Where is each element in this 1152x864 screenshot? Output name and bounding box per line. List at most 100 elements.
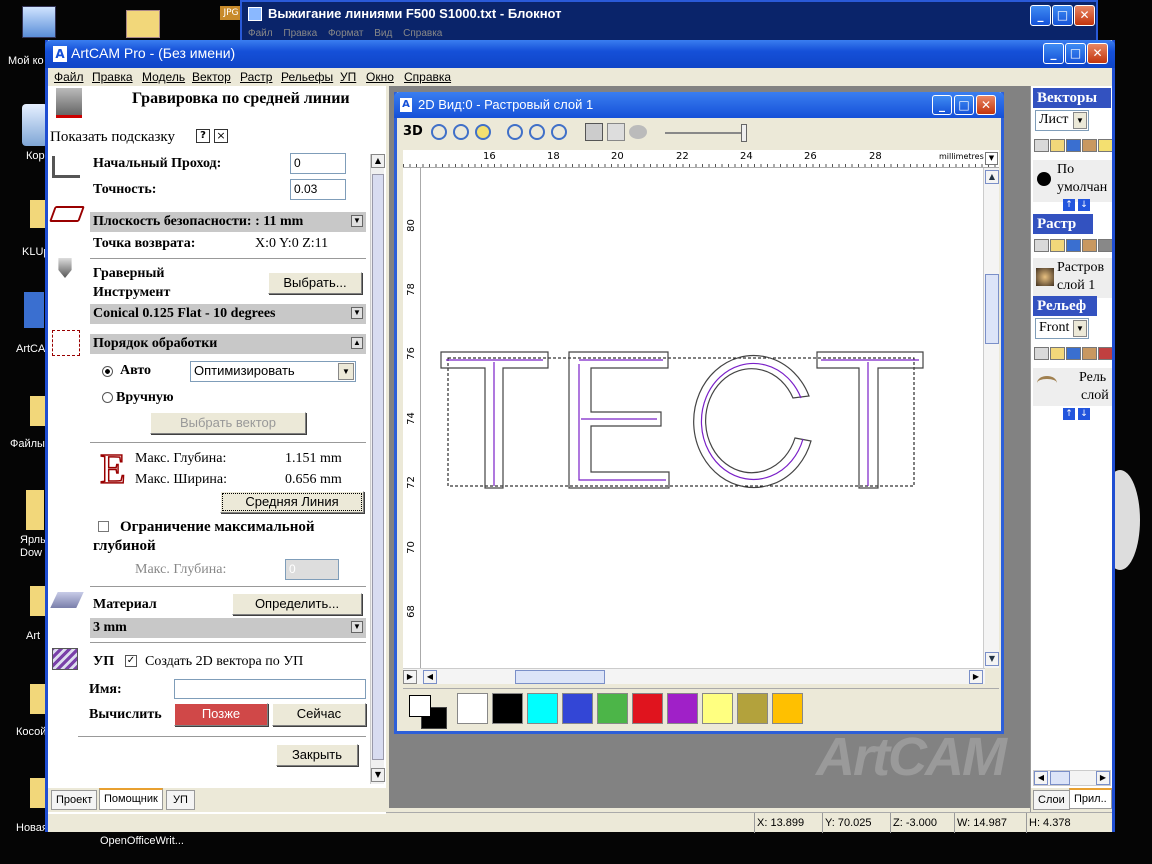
move-up-arrow-icon[interactable]: ↑ bbox=[1063, 408, 1075, 420]
notepad-menu-view[interactable]: Вид bbox=[374, 28, 392, 39]
view-titlebar[interactable]: A 2D Вид:0 - Растровый слой 1 _ □ ✕ bbox=[394, 92, 1004, 118]
zoom-all-icon[interactable] bbox=[551, 124, 567, 140]
hint-help-button[interactable]: ? bbox=[196, 129, 210, 143]
menu-raster[interactable]: Растр bbox=[240, 68, 272, 86]
palette-swatch[interactable] bbox=[772, 693, 803, 724]
palette-swatch[interactable] bbox=[457, 693, 488, 724]
folder-icon[interactable] bbox=[126, 10, 160, 38]
relief-icon[interactable] bbox=[1098, 347, 1112, 360]
jpg-icon[interactable]: JPG bbox=[220, 6, 242, 20]
raster-icon[interactable] bbox=[1098, 239, 1112, 252]
palette-swatch[interactable] bbox=[632, 693, 663, 724]
order-band[interactable]: Порядок обработки ▲ bbox=[90, 334, 366, 354]
panel-scrollbar[interactable]: ▲ ▼ bbox=[370, 154, 385, 784]
order-select[interactable]: Оптимизировать ▼ bbox=[190, 361, 356, 382]
chevron-down-icon[interactable]: ▼ bbox=[338, 363, 354, 380]
my-computer-icon[interactable] bbox=[22, 6, 56, 38]
vector-drawing[interactable] bbox=[421, 168, 983, 668]
notepad-menu-edit[interactable]: Правка bbox=[283, 28, 317, 39]
save-icon[interactable] bbox=[1066, 239, 1081, 252]
move-down-arrow-icon[interactable]: ↓ bbox=[1078, 199, 1090, 211]
ruler-menu-icon[interactable]: ▼ bbox=[985, 152, 998, 165]
maximize-button[interactable]: □ bbox=[1065, 43, 1086, 64]
vector-layer-row[interactable]: По умолчан bbox=[1033, 160, 1112, 202]
notepad-window[interactable]: Выжигание линиями F500 S1000.txt - Блокн… bbox=[240, 0, 1098, 44]
tab-toolpaths[interactable]: УП bbox=[166, 790, 195, 810]
zoom-box-icon[interactable] bbox=[507, 124, 523, 140]
palette-swatch[interactable] bbox=[597, 693, 628, 724]
zoom-previous-icon[interactable] bbox=[529, 124, 545, 140]
scroll-left-arrow-icon[interactable]: ◀ bbox=[1034, 771, 1048, 785]
hint-close-button[interactable]: × bbox=[214, 129, 228, 143]
new-layer-icon[interactable] bbox=[1034, 347, 1049, 360]
taskbar-item-label[interactable]: OpenOfficeWrit... bbox=[100, 835, 184, 847]
centerline-button[interactable]: Средняя Линия bbox=[220, 491, 364, 513]
chevron-down-icon[interactable]: ▼ bbox=[1073, 112, 1087, 129]
open-folder-icon[interactable] bbox=[1050, 239, 1065, 252]
folder-icon[interactable] bbox=[30, 586, 46, 616]
create-vectors-checkbox[interactable]: ✓ bbox=[125, 655, 137, 667]
relief-layer-select[interactable]: Front ▼ bbox=[1035, 318, 1089, 339]
menu-help[interactable]: Справка bbox=[404, 68, 451, 86]
scroll-thumb[interactable] bbox=[515, 670, 605, 684]
manual-radio[interactable] bbox=[102, 392, 113, 403]
scroll-down-arrow-icon[interactable]: ▼ bbox=[985, 652, 999, 666]
limit-depth-input[interactable]: 0 bbox=[285, 559, 339, 580]
auto-radio[interactable] bbox=[102, 366, 113, 377]
chevron-down-icon[interactable]: ▼ bbox=[1073, 320, 1087, 337]
move-up-arrow-icon[interactable]: ↑ bbox=[1063, 199, 1075, 211]
close-button[interactable]: ✕ bbox=[976, 95, 996, 115]
palette-swatch[interactable] bbox=[562, 693, 593, 724]
hand-icon[interactable] bbox=[1082, 139, 1097, 152]
hand-icon[interactable] bbox=[1082, 347, 1097, 360]
bulb-icon[interactable] bbox=[1098, 139, 1112, 152]
tab-project[interactable]: Проект bbox=[51, 790, 98, 810]
notepad-menu-file[interactable]: Файл bbox=[248, 28, 273, 39]
now-button[interactable]: Сейчас bbox=[272, 703, 366, 726]
menu-window[interactable]: Окно bbox=[366, 68, 394, 86]
maximize-button[interactable]: □ bbox=[1052, 5, 1073, 26]
scroll-up-arrow-icon[interactable]: ▲ bbox=[371, 154, 385, 168]
safe-plane-band[interactable]: Плоскость безопасности: : 11 mm ▼ bbox=[90, 212, 366, 232]
later-button[interactable]: Позже bbox=[174, 703, 268, 726]
minimize-button[interactable]: _ bbox=[1030, 5, 1051, 26]
palette-swatch[interactable] bbox=[667, 693, 698, 724]
new-layer-icon[interactable] bbox=[1034, 239, 1049, 252]
tool-name-band[interactable]: Conical 0.125 Flat - 10 degrees ▼ bbox=[90, 304, 366, 324]
select-vector-button[interactable]: Выбрать вектор bbox=[150, 412, 306, 434]
new-layer-icon[interactable] bbox=[1034, 139, 1049, 152]
menu-edit[interactable]: Правка bbox=[92, 68, 133, 86]
limit-depth-checkbox[interactable] bbox=[98, 521, 109, 532]
scroll-thumb[interactable] bbox=[985, 274, 999, 344]
minimize-button[interactable]: _ bbox=[932, 95, 952, 115]
brightness-slider-thumb[interactable] bbox=[741, 124, 747, 142]
menu-reliefs[interactable]: Рельефы bbox=[281, 68, 333, 86]
hand-icon[interactable] bbox=[1082, 239, 1097, 252]
collapse-arrow-icon[interactable]: ▼ bbox=[351, 215, 363, 227]
scroll-down-arrow-icon[interactable]: ▼ bbox=[371, 768, 385, 782]
brightness-slider-track[interactable] bbox=[665, 132, 745, 134]
notepad-menu-format[interactable]: Формат bbox=[328, 28, 364, 39]
save-icon[interactable] bbox=[1066, 347, 1081, 360]
open-folder-icon[interactable] bbox=[1050, 347, 1065, 360]
vectors-layer-select[interactable]: Лист ▼ bbox=[1035, 110, 1089, 131]
scroll-right-arrow-icon[interactable]: ▶ bbox=[1096, 771, 1110, 785]
palette-swatch[interactable] bbox=[702, 693, 733, 724]
menu-model[interactable]: Модель bbox=[142, 68, 185, 86]
start-pass-input[interactable]: 0 bbox=[290, 153, 346, 174]
right-hscrollbar[interactable]: ◀ ▶ bbox=[1033, 770, 1111, 786]
menu-vector[interactable]: Вектор bbox=[192, 68, 231, 86]
palette-swatch[interactable] bbox=[492, 693, 523, 724]
layer-send-icon[interactable] bbox=[585, 123, 603, 141]
open-folder-icon[interactable] bbox=[1050, 139, 1065, 152]
scroll-thumb[interactable] bbox=[372, 174, 384, 760]
tab-layers[interactable]: Слои bbox=[1033, 790, 1070, 810]
expand-arrow-icon[interactable]: ▲ bbox=[351, 337, 363, 349]
close-button[interactable]: ✕ bbox=[1087, 43, 1108, 64]
select-tool-button[interactable]: Выбрать... bbox=[268, 272, 362, 294]
menu-file[interactable]: Файл bbox=[54, 68, 84, 86]
material-band[interactable]: 3 mm ▼ bbox=[90, 618, 366, 638]
define-material-button[interactable]: Определить... bbox=[232, 593, 362, 615]
tab-extras[interactable]: Прил.. bbox=[1069, 788, 1112, 809]
close-button[interactable]: ✕ bbox=[1074, 5, 1095, 26]
